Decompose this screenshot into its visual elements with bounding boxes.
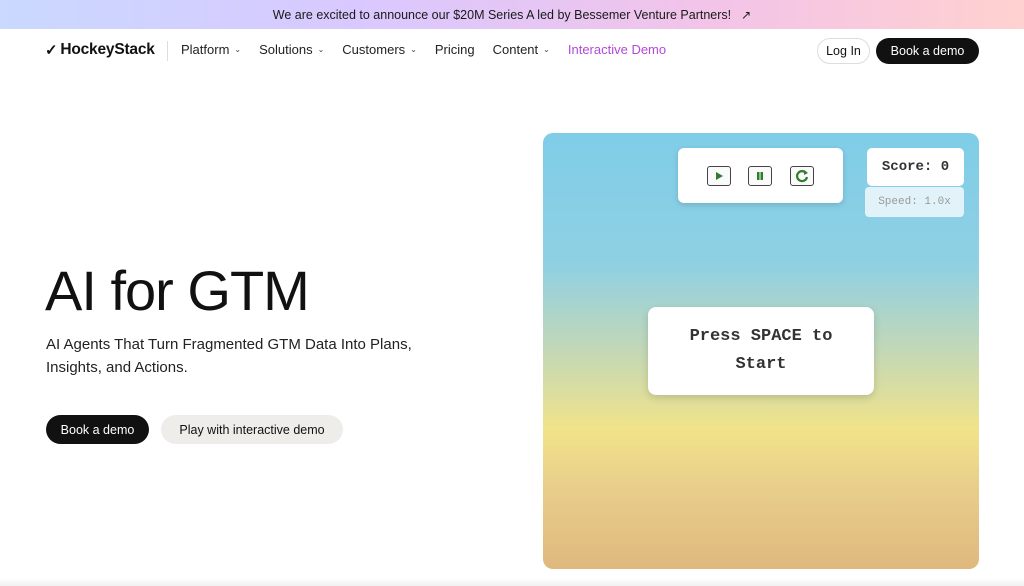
chevron-down-icon: ⌄ bbox=[234, 45, 242, 54]
nav-item-solutions[interactable]: Solutions ⌄ bbox=[259, 42, 324, 57]
nav-item-label: Customers bbox=[342, 42, 406, 57]
nav-item-label: Content bbox=[492, 42, 539, 57]
speed-display: Speed: 1.0x bbox=[865, 187, 964, 217]
nav-item-label: Pricing bbox=[434, 42, 475, 57]
announcement-banner[interactable]: We are excited to announce our $20M Seri… bbox=[0, 0, 1024, 29]
game-controls bbox=[678, 148, 843, 203]
login-button[interactable]: Log In bbox=[817, 38, 870, 64]
announcement-text[interactable]: We are excited to announce our $20M Seri… bbox=[273, 8, 731, 22]
interactive-demo-button[interactable]: Play with interactive demo bbox=[161, 415, 343, 444]
hero-subtitle: AI Agents That Turn Fragmented GTM Data … bbox=[46, 336, 412, 376]
play-button[interactable] bbox=[706, 165, 731, 186]
restart-icon bbox=[796, 169, 809, 182]
nav-item-label: Solutions bbox=[259, 42, 313, 57]
game-canvas[interactable]: Score: 0 Speed: 1.0x Press SPACE to Star… bbox=[543, 133, 979, 569]
external-arrow-icon: ↗ bbox=[741, 7, 752, 22]
hero-title: AI for GTM bbox=[45, 259, 310, 322]
nav-divider bbox=[167, 41, 168, 61]
nav-item-customers[interactable]: Customers ⌄ bbox=[342, 42, 417, 57]
chevron-down-icon: ⌄ bbox=[410, 45, 417, 54]
nav-item-pricing[interactable]: Pricing bbox=[435, 42, 475, 57]
chevron-down-icon: ⌄ bbox=[317, 45, 325, 54]
score-display: Score: 0 bbox=[867, 148, 964, 186]
nav-item-label: Platform bbox=[181, 42, 230, 57]
logo-text: HockeyStack bbox=[60, 41, 155, 58]
top-navigation: ✓ HockeyStack Platform ⌄ Solutions ⌄ Cus… bbox=[0, 29, 1024, 73]
nav-item-content[interactable]: Content ⌄ bbox=[493, 42, 550, 57]
play-icon bbox=[715, 171, 723, 180]
nav-item-platform[interactable]: Platform ⌄ bbox=[181, 42, 241, 57]
start-message: Press SPACE to Start bbox=[648, 307, 874, 395]
logo-check-icon: ✓ bbox=[45, 42, 58, 59]
nav-book-demo-button[interactable]: Book a demo bbox=[876, 38, 979, 64]
nav-item-label: Interactive Demo bbox=[567, 42, 667, 57]
book-demo-button[interactable]: Book a demo bbox=[46, 415, 149, 444]
chevron-down-icon: ⌄ bbox=[543, 45, 550, 54]
bottom-shadow bbox=[0, 578, 1024, 586]
pause-button[interactable] bbox=[748, 165, 773, 186]
nav-item-interactive-demo[interactable]: Interactive Demo bbox=[568, 42, 666, 57]
nav-links: Platform ⌄ Solutions ⌄ Customers ⌄ Prici… bbox=[181, 42, 684, 57]
restart-button[interactable] bbox=[790, 165, 815, 186]
pause-icon bbox=[757, 171, 764, 180]
hockeystack-logo[interactable]: ✓ HockeyStack bbox=[45, 41, 155, 59]
